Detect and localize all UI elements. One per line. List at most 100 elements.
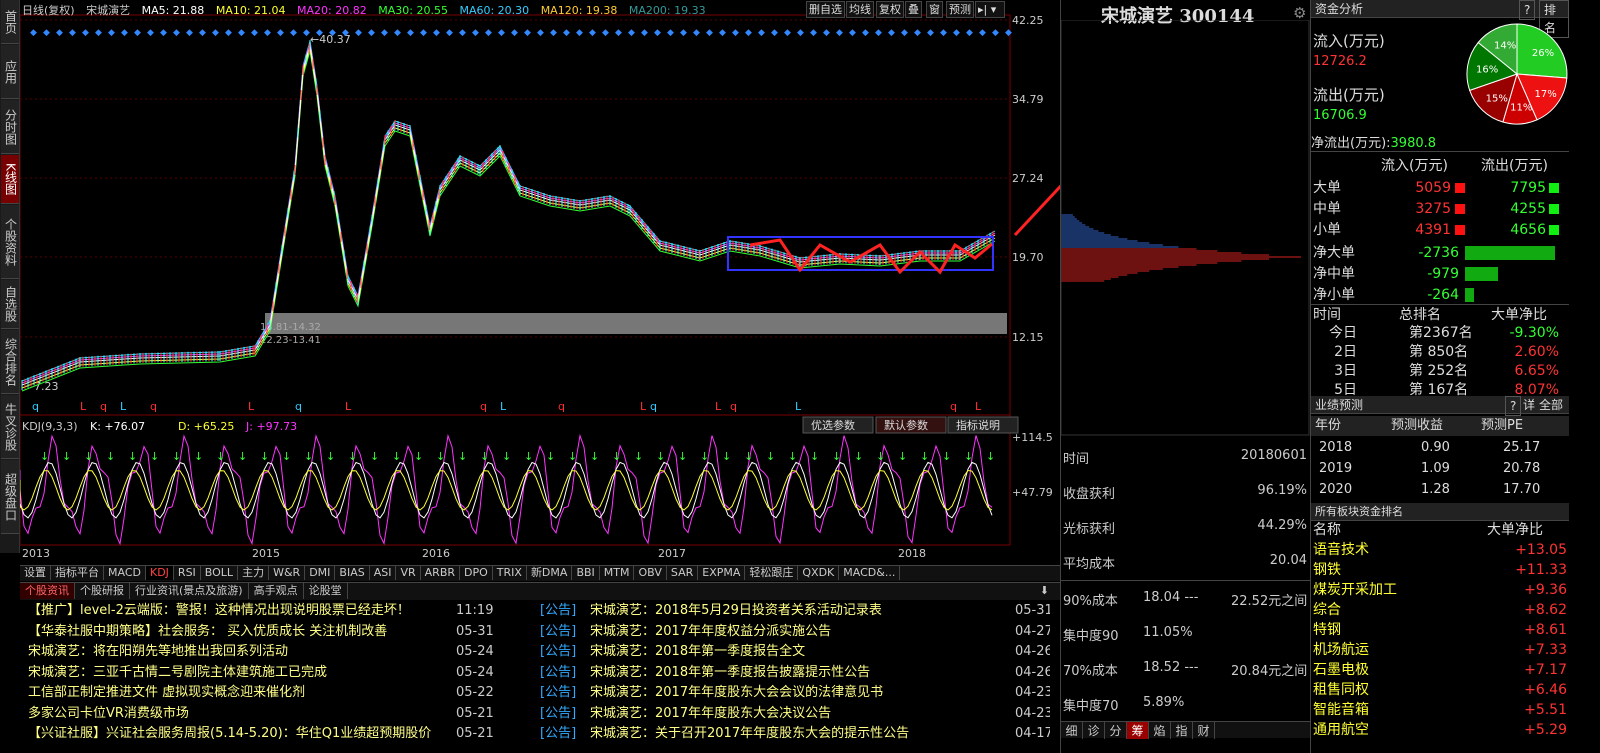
- tab-6[interactable]: 主力: [238, 566, 270, 580]
- sector-row[interactable]: 机场航运 +7.33: [1311, 640, 1569, 660]
- tab-11[interactable]: VR: [396, 566, 421, 580]
- download-icon[interactable]: ⬇: [1035, 583, 1054, 599]
- toolbar-btn-5[interactable]: 预测: [946, 1, 974, 18]
- tab-7[interactable]: W&R: [269, 566, 306, 580]
- help-button[interactable]: ?: [1519, 0, 1536, 20]
- sector-row[interactable]: 钢铁 +11.33: [1311, 560, 1569, 580]
- toolbar-btn-3[interactable]: 叠: [905, 1, 922, 18]
- nav-4[interactable]: 个股资料: [1, 205, 19, 279]
- red-square-icon: [1455, 225, 1465, 235]
- tab-9[interactable]: BIAS: [335, 566, 370, 580]
- tab-12[interactable]: ARBR: [421, 566, 461, 580]
- chip-stat-row: 平均成本 20.04: [1063, 553, 1309, 573]
- forecast-detail[interactable]: 详: [1523, 396, 1535, 414]
- period-label[interactable]: 日线(复权): [22, 4, 75, 17]
- signal-diamond: ◆: [433, 28, 440, 38]
- nav-2[interactable]: 分时图: [1, 100, 19, 154]
- news-tab-1[interactable]: 个股研报: [75, 583, 130, 599]
- toolbar-btn-4[interactable]: 窗: [926, 1, 943, 18]
- expand-icon[interactable]: ▸| ▾: [975, 1, 1005, 18]
- tab-5[interactable]: BOLL: [201, 566, 239, 580]
- tab-18[interactable]: OBV: [634, 566, 667, 580]
- kline-chart-area[interactable]: 42.25 34.79 27.24 19.70 12.15 13.81-14.32 12.2…: [19, 0, 1092, 565]
- news-tab-4[interactable]: 论股堂: [304, 583, 348, 599]
- tab-10[interactable]: ASI: [370, 566, 397, 580]
- news-item[interactable]: 工信部正制定推进文件 虚拟现实概念迎来催化剂 05-22: [28, 683, 498, 703]
- sector-row[interactable]: 石墨电极 +7.17: [1311, 660, 1569, 680]
- mid-tab-4[interactable]: 焰: [1149, 722, 1171, 739]
- mid-tab-5[interactable]: 指: [1171, 722, 1193, 739]
- sector-row[interactable]: 通用航空 +5.29: [1311, 720, 1569, 740]
- nav-0[interactable]: 首页: [1, 0, 19, 44]
- sector-row[interactable]: 煤炭开采加工 +9.36: [1311, 580, 1569, 600]
- sector-row[interactable]: 语音技术 +13.05: [1311, 540, 1569, 560]
- sector-row[interactable]: 特钢 +8.61: [1311, 620, 1569, 640]
- notice-item[interactable]: [公告] 宋城演艺：2017年年度股东大会决议公告 04-23: [495, 704, 1050, 724]
- sector-row[interactable]: 智能音箱 +5.51: [1311, 700, 1569, 720]
- nav-8[interactable]: 超级盘口: [1, 460, 19, 534]
- sector-col-ratio: 大单净比: [1487, 522, 1543, 538]
- nav-6[interactable]: 综合排名: [1, 330, 19, 394]
- news-title: 宋城演艺：将在阳朔先等地推出我回系列活动: [28, 644, 289, 659]
- signal-diamond: ◆: [823, 28, 830, 38]
- y-tick: 19.70: [1012, 251, 1044, 264]
- rank-col-total: 总排名: [1399, 307, 1441, 323]
- tab-0[interactable]: 设置: [20, 566, 51, 580]
- kdj-arrow: ↓: [986, 450, 995, 463]
- kdj-j: J: +97.73: [245, 420, 297, 433]
- toolbar-btn-1[interactable]: 均线: [846, 1, 874, 18]
- tab-8[interactable]: DMI: [305, 566, 336, 580]
- news-item[interactable]: 多家公司卡位VR消费级市场 05-21: [28, 704, 498, 724]
- tab-3[interactable]: KDJ: [145, 566, 174, 580]
- sector-row[interactable]: 综合 +8.62: [1311, 600, 1569, 620]
- red-square-icon: [1455, 183, 1465, 193]
- notice-item[interactable]: [公告] 宋城演艺：2018年第一季度报告全文 04-26: [495, 642, 1050, 662]
- news-item[interactable]: 宋城演艺：将在阳朔先等地推出我回系列活动 05-24: [28, 642, 498, 662]
- tab-4[interactable]: RSI: [174, 566, 201, 580]
- forecast-help[interactable]: ?: [1505, 396, 1522, 416]
- news-tab-0[interactable]: 个股资讯: [20, 583, 75, 599]
- mid-tab-3[interactable]: 筹: [1127, 722, 1149, 739]
- tab-13[interactable]: DPO: [460, 566, 493, 580]
- news-item[interactable]: 【兴证社服】兴证社会服务周报(5.14-5.20)：华住Q1业绩超预期股价 05-…: [28, 724, 498, 744]
- news-item[interactable]: 【推广】level-2云端版：警报！这种情况出现说明股票已经走坏！ 11:19: [28, 601, 498, 621]
- nav-1[interactable]: 应用: [1, 45, 19, 99]
- mid-tab-0[interactable]: 细: [1061, 722, 1083, 739]
- tab-2[interactable]: MACD: [104, 566, 146, 580]
- sector-ratio: +11.33: [1515, 562, 1567, 578]
- tab-1[interactable]: 指标平台: [51, 566, 104, 580]
- notice-item[interactable]: [公告] 宋城演艺：2018年5月29日投资者关系活动记录表 05-31: [495, 601, 1050, 621]
- notice-item[interactable]: [公告] 宋城演艺：关于召开2017年年度股东大会的提示性公告 04-17: [495, 724, 1050, 744]
- notice-item[interactable]: [公告] 宋城演艺：2017年年度权益分派实施公告 04-27: [495, 622, 1050, 642]
- tab-23[interactable]: MACD&...: [839, 566, 901, 580]
- mid-tab-2[interactable]: 分: [1105, 722, 1127, 739]
- nav-3[interactable]: K线图: [1, 155, 19, 204]
- news-tab-2[interactable]: 行业资讯(景点及旅游): [130, 583, 249, 599]
- tab-19[interactable]: SAR: [667, 566, 699, 580]
- kdj-arrow: ↓: [238, 450, 247, 463]
- mid-tab-6[interactable]: 财: [1193, 722, 1215, 739]
- tab-22[interactable]: QXDK: [798, 566, 840, 580]
- toolbar-btn-0[interactable]: 删自选: [806, 1, 845, 18]
- tab-17[interactable]: MTM: [600, 566, 635, 580]
- tab-20[interactable]: EXPMA: [698, 566, 746, 580]
- mid-tab-1[interactable]: 诊: [1083, 722, 1105, 739]
- sector-row[interactable]: 租售同权 +6.46: [1311, 680, 1569, 700]
- nav-7[interactable]: 牛叉诊股: [1, 395, 19, 459]
- news-item[interactable]: 宋城演艺：三亚千古情二号剧院主体建筑施工已完成 05-24: [28, 663, 498, 683]
- notice-item[interactable]: [公告] 宋城演艺：2018年第一季度报告披露提示性公告 04-26: [495, 663, 1050, 683]
- tab-16[interactable]: BBI: [572, 566, 600, 580]
- news-item[interactable]: 【华泰社服中期策略】社会服务： 买入优质成长 关注机制改善 05-31: [28, 622, 498, 642]
- news-tab-3[interactable]: 高手观点: [249, 583, 304, 599]
- notice-item[interactable]: [公告] 宋城演艺：2017年年度股东大会会议的法律意见书 04-23: [495, 683, 1050, 703]
- tab-15[interactable]: 新DMA: [527, 566, 573, 580]
- pie-label: 26%: [1532, 48, 1554, 59]
- nav-5[interactable]: 自选股: [1, 280, 19, 329]
- toolbar-btn-2[interactable]: 复权: [876, 1, 904, 18]
- kline-svg[interactable]: 42.2534.7927.2419.7012.1513.81-14.3212.2…: [19, 0, 1092, 565]
- tab-21[interactable]: 轻松跟庄: [745, 566, 799, 580]
- sector-ratio: +6.46: [1524, 682, 1567, 698]
- tab-14[interactable]: TRIX: [493, 566, 527, 580]
- forecast-all[interactable]: 全部: [1539, 396, 1563, 414]
- kdj-arrow: ↓: [282, 450, 291, 463]
